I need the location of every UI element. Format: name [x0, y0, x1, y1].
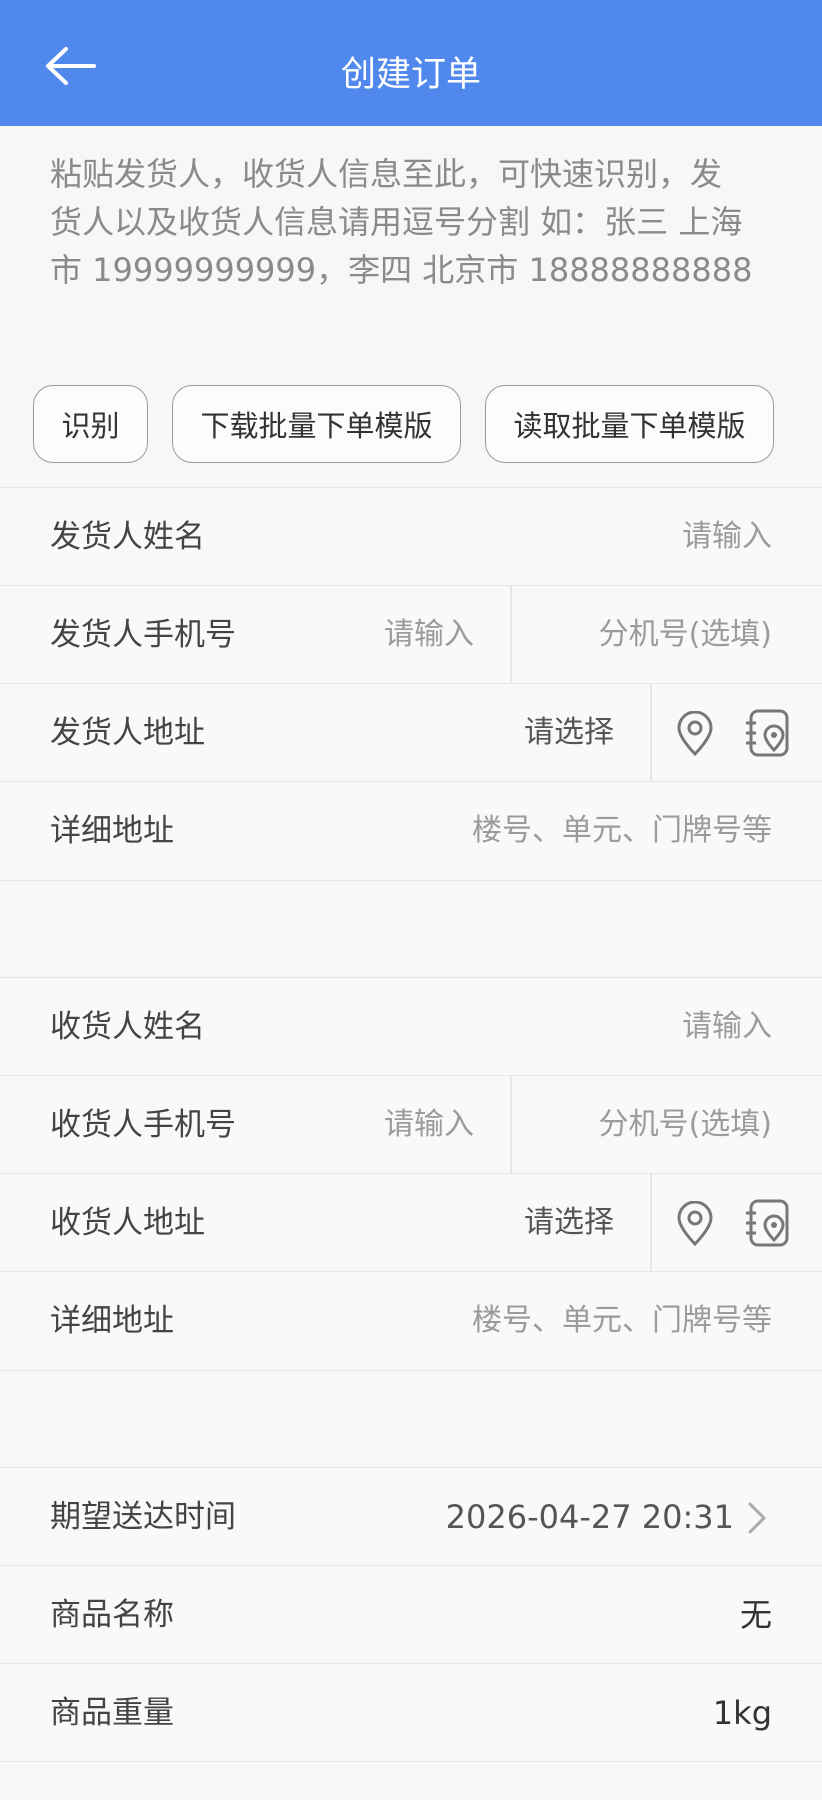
section-gap	[0, 1370, 822, 1467]
sender-detail-label: 详细地址	[50, 813, 174, 849]
receiver-address-row: 收货人地址 请选择	[0, 1173, 822, 1272]
receiver-address-label: 收货人地址	[50, 1205, 205, 1241]
address-book-icon[interactable]	[744, 708, 792, 758]
goods-weight-label: 商品重量	[50, 1695, 174, 1731]
receiver-name-row: 收货人姓名 请输入	[0, 977, 822, 1075]
receiver-detail-row: 详细地址 楼号、单元、门牌号等	[0, 1271, 822, 1369]
receiver-phone-input[interactable]: 请输入	[300, 1076, 474, 1174]
next-row-partial	[0, 1761, 822, 1800]
sender-name-label: 发货人姓名	[50, 519, 205, 555]
paste-hint-line: 市 19999999999，李四 北京市 18888888888	[50, 251, 753, 289]
sender-name-row: 发货人姓名 请输入	[0, 487, 822, 585]
receiver-name-label: 收货人姓名	[50, 1009, 205, 1045]
sender-detail-input[interactable]: 楼号、单元、门牌号等	[372, 782, 772, 880]
receiver-detail-label: 详细地址	[50, 1303, 174, 1339]
paste-hint-line: 货人以及收货人信息请用逗号分割 如：张三 上海	[50, 203, 743, 241]
receiver-ext-input[interactable]: 分机号(选填)	[512, 1076, 772, 1174]
divider	[650, 684, 652, 782]
paste-info-input[interactable]: 粘贴发货人，收货人信息至此，可快速识别，发 货人以及收货人信息请用逗号分割 如：…	[50, 150, 780, 294]
sender-phone-input[interactable]: 请输入	[300, 586, 474, 684]
delivery-time-row[interactable]: 期望送达时间 2026-04-27 20:31	[0, 1467, 822, 1565]
divider	[650, 1174, 652, 1272]
address-book-icon[interactable]	[744, 1198, 792, 1248]
delivery-time-label: 期望送达时间	[50, 1499, 236, 1535]
location-pin-icon[interactable]	[674, 1201, 716, 1247]
sender-address-select[interactable]: 请选择	[400, 684, 614, 782]
goods-name-value[interactable]: 无	[472, 1566, 772, 1664]
section-gap	[0, 880, 822, 977]
goods-weight-row: 商品重量 1kg	[0, 1663, 822, 1761]
sender-address-label: 发货人地址	[50, 715, 205, 751]
receiver-address-select[interactable]: 请选择	[400, 1174, 614, 1272]
paste-hint-line: 粘贴发货人，收货人信息至此，可快速识别，发	[50, 155, 723, 193]
delivery-time-value: 2026-04-27 20:31	[445, 1498, 734, 1536]
app-header: 创建订单	[0, 0, 822, 126]
sender-phone-label: 发货人手机号	[50, 617, 236, 653]
receiver-detail-input[interactable]: 楼号、单元、门牌号等	[372, 1272, 772, 1370]
sender-ext-input[interactable]: 分机号(选填)	[512, 586, 772, 684]
goods-name-label: 商品名称	[50, 1597, 174, 1633]
sender-phone-row: 发货人手机号 请输入 分机号(选填)	[0, 585, 822, 684]
receiver-name-input[interactable]: 请输入	[472, 978, 772, 1076]
sender-address-row: 发货人地址 请选择	[0, 683, 822, 782]
download-template-button[interactable]: 下载批量下单模版	[172, 385, 461, 463]
receiver-phone-row: 收货人手机号 请输入 分机号(选填)	[0, 1075, 822, 1174]
goods-weight-value[interactable]: 1kg	[472, 1664, 772, 1762]
sender-detail-row: 详细地址 楼号、单元、门牌号等	[0, 781, 822, 879]
location-pin-icon[interactable]	[674, 711, 716, 757]
page-title: 创建订单	[340, 55, 481, 95]
chevron-right-icon	[748, 1502, 766, 1534]
goods-name-row: 商品名称 无	[0, 1565, 822, 1663]
sender-name-input[interactable]: 请输入	[472, 488, 772, 586]
recognize-button[interactable]: 识别	[33, 385, 148, 463]
receiver-phone-label: 收货人手机号	[50, 1107, 236, 1143]
read-template-button[interactable]: 读取批量下单模版	[485, 385, 774, 463]
